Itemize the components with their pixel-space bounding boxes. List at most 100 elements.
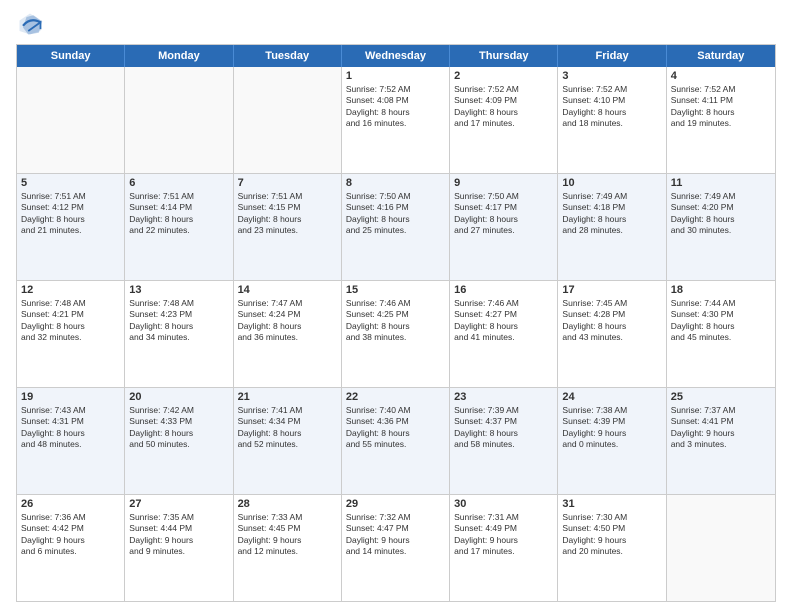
- cell-info: Sunrise: 7:51 AM Sunset: 4:12 PM Dayligh…: [21, 191, 120, 237]
- cal-cell-day-21: 21 Sunrise: 7:41 AM Sunset: 4:34 PM Dayli…: [234, 388, 342, 494]
- day-number: 21: [238, 391, 337, 403]
- cell-info: Sunrise: 7:46 AM Sunset: 4:27 PM Dayligh…: [454, 298, 553, 344]
- cal-week-4: 19 Sunrise: 7:43 AM Sunset: 4:31 PM Dayli…: [17, 387, 775, 494]
- cal-cell-day-16: 16 Sunrise: 7:46 AM Sunset: 4:27 PM Dayli…: [450, 281, 558, 387]
- day-number: 15: [346, 284, 445, 296]
- cal-cell-day-26: 26 Sunrise: 7:36 AM Sunset: 4:42 PM Dayli…: [17, 495, 125, 601]
- day-number: 5: [21, 177, 120, 189]
- logo-icon: [16, 10, 44, 38]
- cal-cell-empty: [17, 67, 125, 173]
- day-number: 7: [238, 177, 337, 189]
- cell-info: Sunrise: 7:51 AM Sunset: 4:15 PM Dayligh…: [238, 191, 337, 237]
- cal-cell-day-3: 3 Sunrise: 7:52 AM Sunset: 4:10 PM Daylig…: [558, 67, 666, 173]
- cell-info: Sunrise: 7:35 AM Sunset: 4:44 PM Dayligh…: [129, 512, 228, 558]
- day-number: 31: [562, 498, 661, 510]
- cell-info: Sunrise: 7:41 AM Sunset: 4:34 PM Dayligh…: [238, 405, 337, 451]
- day-number: 8: [346, 177, 445, 189]
- day-number: 3: [562, 70, 661, 82]
- day-number: 12: [21, 284, 120, 296]
- cell-info: Sunrise: 7:50 AM Sunset: 4:16 PM Dayligh…: [346, 191, 445, 237]
- day-number: 6: [129, 177, 228, 189]
- cal-header-tuesday: Tuesday: [234, 45, 342, 67]
- cal-cell-day-17: 17 Sunrise: 7:45 AM Sunset: 4:28 PM Dayli…: [558, 281, 666, 387]
- cal-cell-day-31: 31 Sunrise: 7:30 AM Sunset: 4:50 PM Dayli…: [558, 495, 666, 601]
- calendar-header-row: SundayMondayTuesdayWednesdayThursdayFrid…: [17, 45, 775, 67]
- cell-info: Sunrise: 7:44 AM Sunset: 4:30 PM Dayligh…: [671, 298, 771, 344]
- cal-cell-day-5: 5 Sunrise: 7:51 AM Sunset: 4:12 PM Daylig…: [17, 174, 125, 280]
- calendar: SundayMondayTuesdayWednesdayThursdayFrid…: [16, 44, 776, 602]
- cal-cell-day-23: 23Sunrise: 7:39 AM Sunset: 4:37 PM Dayli…: [450, 388, 558, 494]
- cal-cell-day-29: 29 Sunrise: 7:32 AM Sunset: 4:47 PM Dayli…: [342, 495, 450, 601]
- cal-cell-day-11: 11Sunrise: 7:49 AM Sunset: 4:20 PM Dayli…: [667, 174, 775, 280]
- cal-week-5: 26 Sunrise: 7:36 AM Sunset: 4:42 PM Dayli…: [17, 494, 775, 601]
- cell-info: Sunrise: 7:52 AM Sunset: 4:09 PM Dayligh…: [454, 84, 553, 130]
- page: SundayMondayTuesdayWednesdayThursdayFrid…: [0, 0, 792, 612]
- cal-cell-day-14: 14 Sunrise: 7:47 AM Sunset: 4:24 PM Dayli…: [234, 281, 342, 387]
- day-number: 25: [671, 391, 771, 403]
- day-number: 16: [454, 284, 553, 296]
- day-number: 22: [346, 391, 445, 403]
- cal-week-2: 5 Sunrise: 7:51 AM Sunset: 4:12 PM Daylig…: [17, 173, 775, 280]
- cal-cell-day-19: 19 Sunrise: 7:43 AM Sunset: 4:31 PM Dayli…: [17, 388, 125, 494]
- day-number: 4: [671, 70, 771, 82]
- cal-cell-day-12: 12 Sunrise: 7:48 AM Sunset: 4:21 PM Dayli…: [17, 281, 125, 387]
- cal-cell-day-30: 30 Sunrise: 7:31 AM Sunset: 4:49 PM Dayli…: [450, 495, 558, 601]
- day-number: 9: [454, 177, 553, 189]
- day-number: 26: [21, 498, 120, 510]
- day-number: 29: [346, 498, 445, 510]
- cal-cell-day-24: 24 Sunrise: 7:38 AM Sunset: 4:39 PM Dayli…: [558, 388, 666, 494]
- cal-week-3: 12 Sunrise: 7:48 AM Sunset: 4:21 PM Dayli…: [17, 280, 775, 387]
- day-number: 2: [454, 70, 553, 82]
- day-number: 10: [562, 177, 661, 189]
- cell-info: Sunrise: 7:37 AM Sunset: 4:41 PM Dayligh…: [671, 405, 771, 451]
- cal-cell-empty: [125, 67, 233, 173]
- day-number: 11: [671, 177, 771, 189]
- cell-info: Sunrise: 7:32 AM Sunset: 4:47 PM Dayligh…: [346, 512, 445, 558]
- cell-info: Sunrise: 7:51 AM Sunset: 4:14 PM Dayligh…: [129, 191, 228, 237]
- cal-cell-empty: [234, 67, 342, 173]
- calendar-body: 1Sunrise: 7:52 AM Sunset: 4:08 PM Daylig…: [17, 67, 775, 601]
- cal-cell-day-22: 22 Sunrise: 7:40 AM Sunset: 4:36 PM Dayli…: [342, 388, 450, 494]
- cal-cell-empty: [667, 495, 775, 601]
- cell-info: Sunrise: 7:49 AM Sunset: 4:18 PM Dayligh…: [562, 191, 661, 237]
- cell-info: Sunrise: 7:47 AM Sunset: 4:24 PM Dayligh…: [238, 298, 337, 344]
- cal-cell-day-6: 6 Sunrise: 7:51 AM Sunset: 4:14 PM Daylig…: [125, 174, 233, 280]
- cal-header-saturday: Saturday: [667, 45, 775, 67]
- cell-info: Sunrise: 7:33 AM Sunset: 4:45 PM Dayligh…: [238, 512, 337, 558]
- cal-week-1: 1Sunrise: 7:52 AM Sunset: 4:08 PM Daylig…: [17, 67, 775, 173]
- cell-info: Sunrise: 7:48 AM Sunset: 4:21 PM Dayligh…: [21, 298, 120, 344]
- day-number: 17: [562, 284, 661, 296]
- cell-info: Sunrise: 7:40 AM Sunset: 4:36 PM Dayligh…: [346, 405, 445, 451]
- cell-info: Sunrise: 7:31 AM Sunset: 4:49 PM Dayligh…: [454, 512, 553, 558]
- cal-header-sunday: Sunday: [17, 45, 125, 67]
- cal-cell-day-27: 27Sunrise: 7:35 AM Sunset: 4:44 PM Dayli…: [125, 495, 233, 601]
- cal-cell-day-25: 25 Sunrise: 7:37 AM Sunset: 4:41 PM Dayli…: [667, 388, 775, 494]
- day-number: 24: [562, 391, 661, 403]
- cal-cell-day-18: 18 Sunrise: 7:44 AM Sunset: 4:30 PM Dayli…: [667, 281, 775, 387]
- cal-header-thursday: Thursday: [450, 45, 558, 67]
- cell-info: Sunrise: 7:43 AM Sunset: 4:31 PM Dayligh…: [21, 405, 120, 451]
- cell-info: Sunrise: 7:39 AM Sunset: 4:37 PM Dayligh…: [454, 405, 553, 451]
- day-number: 19: [21, 391, 120, 403]
- cal-cell-day-28: 28 Sunrise: 7:33 AM Sunset: 4:45 PM Dayli…: [234, 495, 342, 601]
- cell-info: Sunrise: 7:38 AM Sunset: 4:39 PM Dayligh…: [562, 405, 661, 451]
- cell-info: Sunrise: 7:52 AM Sunset: 4:08 PM Dayligh…: [346, 84, 445, 130]
- cell-info: Sunrise: 7:52 AM Sunset: 4:10 PM Dayligh…: [562, 84, 661, 130]
- day-number: 18: [671, 284, 771, 296]
- cal-cell-day-8: 8 Sunrise: 7:50 AM Sunset: 4:16 PM Daylig…: [342, 174, 450, 280]
- cal-cell-day-20: 20 Sunrise: 7:42 AM Sunset: 4:33 PM Dayli…: [125, 388, 233, 494]
- day-number: 28: [238, 498, 337, 510]
- cell-info: Sunrise: 7:36 AM Sunset: 4:42 PM Dayligh…: [21, 512, 120, 558]
- cell-info: Sunrise: 7:42 AM Sunset: 4:33 PM Dayligh…: [129, 405, 228, 451]
- day-number: 13: [129, 284, 228, 296]
- cal-header-monday: Monday: [125, 45, 233, 67]
- day-number: 30: [454, 498, 553, 510]
- cal-cell-day-7: 7 Sunrise: 7:51 AM Sunset: 4:15 PM Daylig…: [234, 174, 342, 280]
- day-number: 20: [129, 391, 228, 403]
- cal-cell-day-15: 15 Sunrise: 7:46 AM Sunset: 4:25 PM Dayli…: [342, 281, 450, 387]
- cell-info: Sunrise: 7:45 AM Sunset: 4:28 PM Dayligh…: [562, 298, 661, 344]
- cal-cell-day-1: 1Sunrise: 7:52 AM Sunset: 4:08 PM Daylig…: [342, 67, 450, 173]
- cell-info: Sunrise: 7:46 AM Sunset: 4:25 PM Dayligh…: [346, 298, 445, 344]
- cell-info: Sunrise: 7:30 AM Sunset: 4:50 PM Dayligh…: [562, 512, 661, 558]
- day-number: 14: [238, 284, 337, 296]
